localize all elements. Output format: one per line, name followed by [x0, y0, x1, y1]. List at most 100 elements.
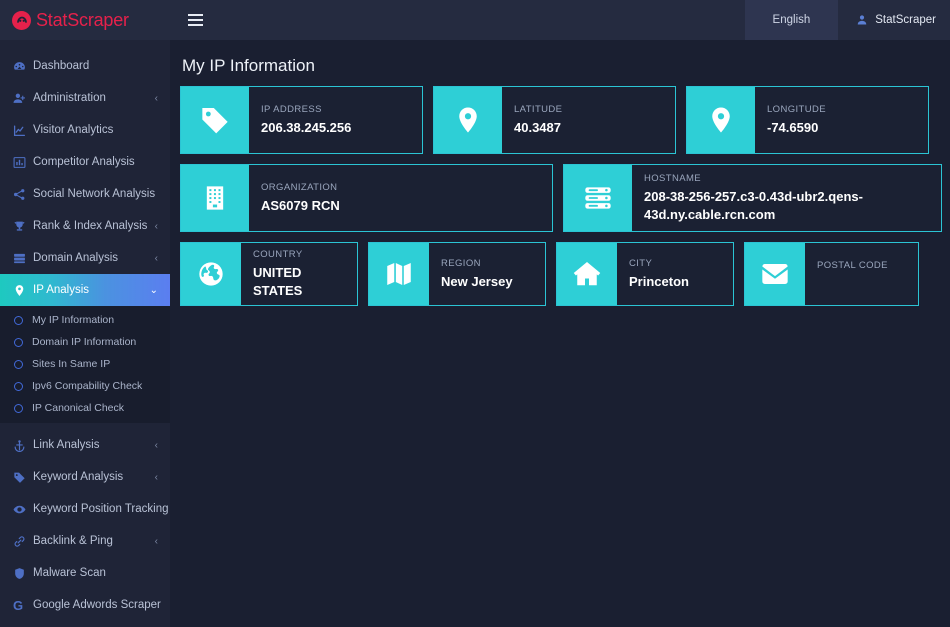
card-label: LONGITUDE: [767, 103, 827, 115]
page-title: My IP Information: [182, 56, 315, 75]
sidebar-subitem-sites-in-same-ip[interactable]: Sites In Same IP: [0, 353, 170, 375]
server-icon: [13, 252, 33, 265]
sidebar-subitem-ip-canonical-check[interactable]: IP Canonical Check: [0, 397, 170, 419]
sidebar-item-social-network-analysis[interactable]: Social Network Analysis: [0, 178, 170, 210]
card-row-1: IP ADDRESS 206.38.245.256 LATITUDE 40.34…: [180, 86, 942, 154]
sidebar-item-label: Competitor Analysis: [33, 156, 135, 168]
sidebar-item-label: Keyword Analysis: [33, 471, 124, 483]
card-label: POSTAL CODE: [817, 260, 888, 272]
card-value: -74.6590: [767, 119, 819, 135]
card-ip-address: IP ADDRESS 206.38.245.256: [180, 86, 423, 154]
sidebar-item-visitor-analytics[interactable]: Visitor Analytics: [0, 114, 170, 146]
sidebar-item-keyword-analysis[interactable]: Keyword Analysis ‹: [0, 461, 170, 493]
top-bar: StatScraper English StatScraper: [0, 0, 950, 40]
map-pin-icon: [13, 284, 33, 297]
sidebar-item-backlink-ping[interactable]: Backlink & Ping ‹: [0, 525, 170, 557]
top-bar-right: English StatScraper: [744, 0, 950, 40]
card-value: Princeton: [629, 273, 689, 289]
share-icon: [13, 188, 33, 201]
brand-logo[interactable]: StatScraper: [0, 0, 170, 40]
body-wrapper: Dashboard Administration ‹ Visitor Analy…: [0, 40, 950, 627]
user-name: StatScraper: [875, 14, 936, 26]
chevron-icon: ‹: [154, 220, 158, 232]
sidebar-item-label: Domain Analysis: [33, 252, 119, 264]
map-pin-icon: [687, 87, 755, 153]
trophy-icon: [13, 220, 33, 233]
sidebar-item-keyword-position-tracking[interactable]: Keyword Position Tracking ‹: [0, 493, 170, 525]
eye-icon: [13, 503, 33, 516]
sidebar-item-label: Link Analysis: [33, 439, 100, 451]
sidebar-item-label: Rank & Index Analysis: [33, 220, 148, 232]
sidebar-item-google-adwords-scraper[interactable]: G Google Adwords Scraper: [0, 589, 170, 621]
card-value: [817, 275, 906, 288]
card-hostname: HOSTNAME 208-38-256-257.c3-0.43d-ubr2.qe…: [563, 164, 942, 232]
user-icon: [856, 14, 868, 26]
card-city: CITY Princeton: [556, 242, 734, 307]
tag-icon: [13, 471, 33, 484]
sidebar-item-dashboard[interactable]: Dashboard: [0, 50, 170, 82]
language-selector[interactable]: English: [744, 0, 839, 40]
circle-outline-icon: [14, 315, 23, 325]
card-value: UNITED STATES: [253, 265, 303, 298]
sidebar-item-link-analysis[interactable]: Link Analysis ‹: [0, 429, 170, 461]
card-body: CITY Princeton: [617, 243, 733, 305]
sidebar-item-label: Keyword Position Tracking: [33, 503, 169, 515]
card-body: HOSTNAME 208-38-256-257.c3-0.43d-ubr2.qe…: [632, 165, 941, 231]
chevron-icon: ‹: [154, 439, 158, 451]
sidebar-item-label: Backlink & Ping: [33, 535, 113, 547]
sidebar-submenu-ip-analysis: My IP Information Domain IP Information …: [0, 306, 170, 423]
line-chart-icon: [13, 124, 33, 137]
card-country: COUNTRY UNITED STATES: [180, 242, 358, 307]
sidebar-item-label: IP Analysis: [33, 284, 90, 296]
home-icon: [557, 243, 617, 306]
card-value: New Jersey: [441, 273, 513, 289]
sidebar-item-competitor-analysis[interactable]: Competitor Analysis: [0, 146, 170, 178]
sidebar-subitem-my-ip-information[interactable]: My IP Information: [0, 309, 170, 331]
sidebar-item-label: Social Network Analysis: [33, 188, 156, 200]
hamburger-icon[interactable]: [176, 0, 214, 40]
chevron-icon: ‹: [154, 471, 158, 483]
user-menu[interactable]: StatScraper: [838, 0, 950, 40]
sidebar-item-ip-analysis[interactable]: IP Analysis ⌄: [0, 274, 170, 306]
card-row-3: COUNTRY UNITED STATES REGION New Jersey: [180, 242, 942, 307]
card-row-2: ORGANIZATION AS6079 RCN HOSTNAME 208-38-…: [180, 164, 942, 232]
card-label: CITY: [629, 257, 653, 269]
google-g-icon: G: [13, 597, 24, 613]
card-value: AS6079 RCN: [261, 197, 340, 213]
sidebar-subitem-domain-ip-information[interactable]: Domain IP Information: [0, 331, 170, 353]
card-label: ORGANIZATION: [261, 181, 338, 193]
card-body: POSTAL CODE: [805, 243, 918, 305]
card-postal-code: POSTAL CODE: [744, 242, 919, 307]
dashboard-icon: [13, 60, 33, 73]
sidebar-item-domain-analysis[interactable]: Domain Analysis ‹: [0, 242, 170, 274]
circle-outline-icon: [14, 359, 23, 369]
map-pin-icon: [434, 87, 502, 153]
bar-chart-icon: [13, 156, 33, 169]
card-region: REGION New Jersey: [368, 242, 546, 307]
sidebar-subitem-ipv6-compability-check[interactable]: Ipv6 Compability Check: [0, 375, 170, 397]
sidebar-item-rank-index-analysis[interactable]: Rank & Index Analysis ‹: [0, 210, 170, 242]
sidebar-item-administration[interactable]: Administration ‹: [0, 82, 170, 114]
sidebar-item-label: Google Adwords Scraper: [33, 599, 161, 611]
card-body: ORGANIZATION AS6079 RCN: [249, 165, 552, 231]
top-bar-content: English StatScraper: [170, 0, 950, 40]
sidebar-subitem-label: Ipv6 Compability Check: [32, 380, 143, 392]
circle-outline-icon: [14, 403, 23, 413]
card-body: REGION New Jersey: [429, 243, 545, 305]
brand-name: StatScraper: [36, 9, 129, 30]
sidebar-subitem-label: My IP Information: [32, 314, 115, 326]
sidebar-item-malware-scan[interactable]: Malware Scan: [0, 557, 170, 589]
sidebar-item-label: Administration: [33, 92, 106, 104]
shield-icon: [13, 567, 33, 580]
sidebar-subitem-label: Domain IP Information: [32, 336, 137, 348]
card-longitude: LONGITUDE -74.6590: [686, 86, 929, 154]
sidebar-subitem-label: IP Canonical Check: [32, 402, 125, 414]
main-content: My IP Information IP ADDRESS 206.38.245.…: [170, 40, 950, 627]
card-label: REGION: [441, 257, 481, 269]
circle-outline-icon: [14, 381, 23, 391]
sidebar: Dashboard Administration ‹ Visitor Analy…: [0, 40, 170, 627]
chevron-icon: ‹: [154, 535, 158, 547]
map-icon: [369, 243, 429, 306]
chevron-down-icon: ⌄: [149, 284, 158, 296]
sidebar-subitem-label: Sites In Same IP: [32, 358, 111, 370]
